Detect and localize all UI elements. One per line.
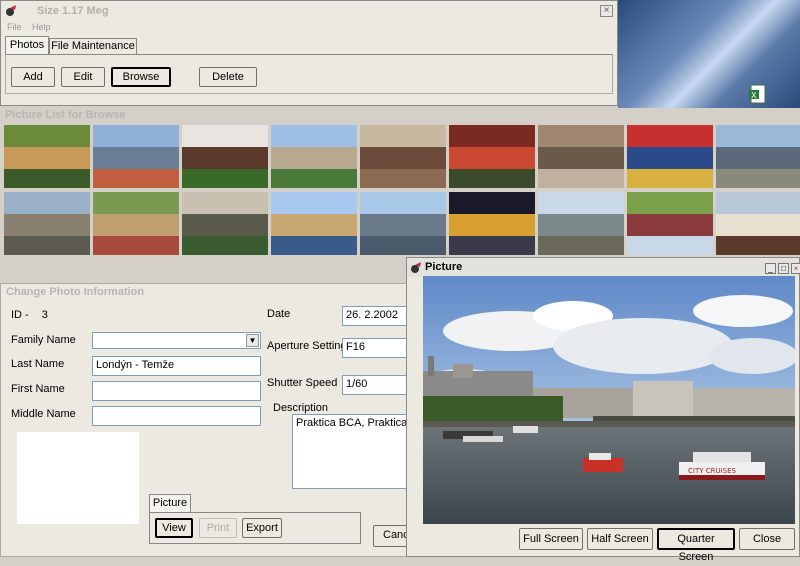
browse-button-label: Browse: [122, 71, 160, 83]
menu-help[interactable]: Help: [32, 22, 51, 32]
minimize-icon[interactable]: _: [765, 263, 776, 274]
tab-picture-label: Picture: [152, 497, 188, 509]
shutter-label: Shutter Speed: [267, 377, 338, 389]
family-name-dropdown[interactable]: ▼: [92, 332, 261, 349]
family-name-label: Family Name: [11, 334, 76, 346]
view-button-label: View: [162, 522, 186, 534]
picture-title-bar: Picture: [407, 258, 799, 277]
thumbnail-red-facade[interactable]: [449, 125, 535, 188]
add-button[interactable]: Add: [11, 67, 55, 87]
full-screen-button[interactable]: Full Screen: [519, 528, 583, 550]
thumbnail-st-pauls-dome[interactable]: [271, 125, 357, 188]
edit-button[interactable]: Edit: [61, 67, 105, 87]
last-name-field[interactable]: Londýn - Temže: [92, 356, 261, 376]
chevron-down-icon[interactable]: ▼: [246, 334, 259, 347]
picture-list-title: Picture List for Browse: [5, 109, 126, 121]
browse-button[interactable]: Browse: [111, 67, 171, 87]
tab-file-maintenance[interactable]: File Maintenance: [49, 38, 137, 54]
view-button[interactable]: View: [155, 518, 193, 538]
edit-button-label: Edit: [73, 71, 93, 83]
first-name-label: First Name: [11, 383, 65, 395]
thumbnail-tudor-house[interactable]: [182, 125, 268, 188]
date-label: Date: [267, 308, 291, 320]
last-name-label: Last Name: [11, 358, 65, 370]
export-button[interactable]: Export: [242, 518, 282, 538]
middle-name-field[interactable]: [92, 406, 261, 426]
shutter-field[interactable]: 1/60: [342, 375, 412, 395]
thumbnail-arcade-street[interactable]: [182, 192, 268, 255]
tab-photos-label: Photos: [9, 39, 45, 51]
thumbnail-park-walk[interactable]: [4, 125, 90, 188]
id-label-text: ID -: [11, 309, 29, 321]
thumbnail-riverside-path[interactable]: [4, 192, 90, 255]
thumbnail-piccadilly-signs[interactable]: [627, 125, 713, 188]
thumbnail-garden-flowers[interactable]: [93, 192, 179, 255]
middle-name-label: Middle Name: [11, 408, 76, 420]
thames-photo: CITY CRUISES: [423, 276, 795, 524]
tab-file-maintenance-label: File Maintenance: [51, 40, 135, 52]
thumbnail-square-crowd[interactable]: [538, 125, 624, 188]
tab-photos[interactable]: Photos: [5, 36, 49, 54]
full-screen-label: Full Screen: [523, 533, 579, 545]
picture-app-icon: [410, 261, 424, 274]
picture-display: CITY CRUISES: [423, 276, 795, 524]
main-window-title: Size 1.17 Meg: [37, 5, 109, 17]
thumbnail-tower-bridge-day[interactable]: [360, 192, 446, 255]
thumbnail-big-ben[interactable]: [271, 192, 357, 255]
close-button-label: Close: [752, 533, 782, 545]
export-button-label: Export: [246, 522, 278, 534]
thumbnail-river-boats[interactable]: [93, 125, 179, 188]
app-icon: [4, 4, 20, 18]
boat-name-text: CITY CRUISES: [688, 467, 737, 475]
quarter-screen-label: Quarter Screen: [677, 533, 715, 563]
aperture-field[interactable]: F16: [342, 338, 412, 358]
first-name-field[interactable]: [92, 381, 261, 401]
excel-file-icon[interactable]: X: [748, 84, 768, 104]
description-field[interactable]: Praktica BCA, Praktica: [292, 414, 412, 489]
id-value: 3: [41, 309, 48, 321]
thumbnail-globe-theatre[interactable]: [716, 192, 800, 255]
id-label: ID - 3: [11, 309, 48, 321]
picture-window-title: Picture: [425, 261, 463, 273]
thumbnail-thames-bridge[interactable]: [716, 125, 800, 188]
close-icon[interactable]: ×: [791, 263, 800, 274]
aperture-label: Aperture Setting: [267, 340, 347, 352]
main-close-button[interactable]: ×: [600, 5, 613, 17]
description-label: Description: [273, 402, 329, 414]
picture-list-panel: Picture List for Browse: [0, 108, 800, 278]
thumbnail-street-scene[interactable]: [360, 125, 446, 188]
thumbnail-garden-tower[interactable]: [627, 192, 713, 255]
close-button[interactable]: Close: [739, 528, 795, 550]
quarter-screen-button[interactable]: Quarter Screen: [657, 528, 735, 563]
main-window: Size 1.17 Meg × File Help Photos File Ma…: [0, 0, 618, 106]
print-button[interactable]: Print: [199, 518, 237, 538]
thumbnail-thames-view[interactable]: [538, 192, 624, 255]
menu-bar: File Help: [7, 22, 51, 32]
change-photo-panel: Change Photo Information ID - 3 Family N…: [0, 283, 419, 557]
menu-file[interactable]: File: [7, 22, 22, 32]
change-photo-title: Change Photo Information: [6, 286, 145, 298]
tab-picture[interactable]: Picture: [149, 494, 191, 512]
add-button-label: Add: [23, 71, 43, 83]
half-screen-label: Half Screen: [591, 533, 649, 545]
delete-button[interactable]: Delete: [199, 67, 257, 87]
desktop-background: [618, 0, 800, 108]
print-button-label: Print: [206, 522, 230, 534]
thumbnail-tower-bridge-night[interactable]: [449, 192, 535, 255]
photo-preview-box: [17, 432, 139, 524]
svg-text:X: X: [751, 91, 757, 100]
maximize-icon[interactable]: □: [778, 263, 789, 274]
main-title-bar: Size 1.17 Meg: [1, 1, 617, 21]
half-screen-button[interactable]: Half Screen: [587, 528, 653, 550]
delete-button-label: Delete: [212, 71, 244, 83]
picture-window: Picture _ □ × CITY CRUISES Full Screen H…: [406, 257, 800, 563]
date-field[interactable]: 26. 2.2002: [342, 306, 412, 326]
